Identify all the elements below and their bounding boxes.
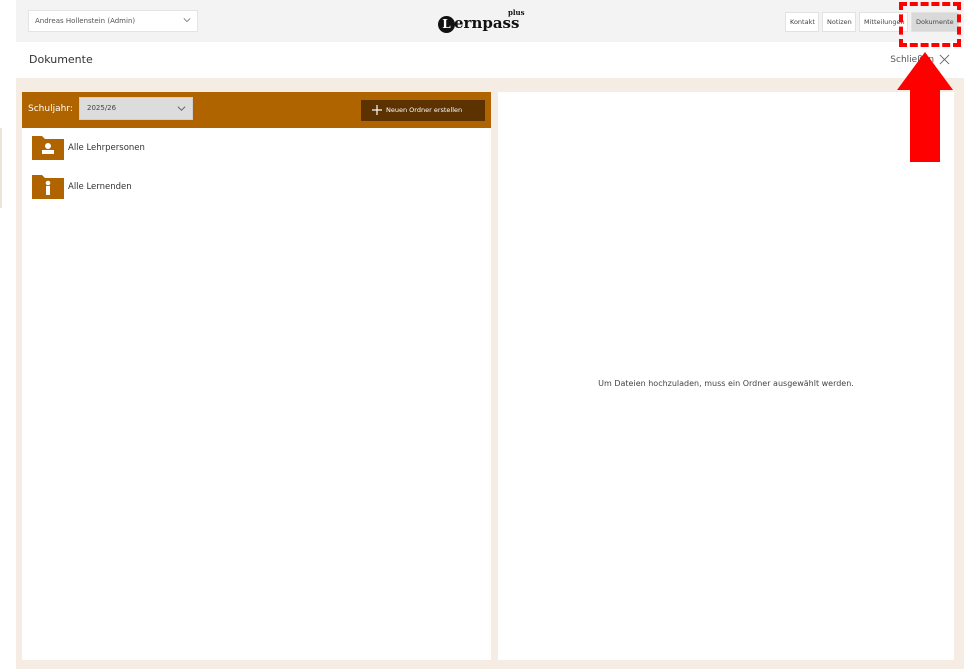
left-edge-divider — [0, 128, 2, 208]
page-header: Dokumente Schließen — [16, 42, 964, 78]
highlight-box — [899, 2, 961, 47]
folder-item-lehrpersonen[interactable]: Alle Lehrpersonen — [32, 134, 332, 164]
folder-panel: Schuljahr: 2025/26 Neuen Ordner erstelle… — [22, 92, 491, 660]
school-year-value: 2025/26 — [87, 104, 117, 112]
school-year-select[interactable]: 2025/26 — [79, 97, 193, 120]
user-select[interactable]: Andreas Hollenstein (Admin) — [28, 10, 198, 32]
folder-label: Alle Lernenden — [68, 182, 132, 192]
user-select-value: Andreas Hollenstein (Admin) — [35, 17, 136, 25]
school-year-label: Schuljahr: — [28, 104, 73, 114]
upload-panel: Um Dateien hochzuladen, muss ein Ordner … — [498, 92, 954, 660]
arrow-up-icon — [897, 52, 953, 162]
empty-state-message: Um Dateien hochzuladen, muss ein Ordner … — [598, 379, 854, 388]
filter-bar: Schuljahr: 2025/26 Neuen Ordner erstelle… — [22, 92, 491, 128]
content-area: Schuljahr: 2025/26 Neuen Ordner erstelle… — [16, 78, 964, 669]
new-folder-label: Neuen Ordner erstellen — [386, 106, 463, 114]
new-folder-button[interactable]: Neuen Ordner erstellen — [361, 100, 485, 121]
plus-icon — [372, 105, 382, 115]
student-folder-icon — [32, 175, 64, 199]
chevron-down-icon — [183, 18, 191, 23]
logo-plus: plus — [508, 8, 525, 17]
folder-label: Alle Lehrpersonen — [68, 143, 145, 153]
chevron-down-icon — [177, 106, 186, 111]
nav-notizen[interactable]: Notizen — [822, 12, 856, 32]
teacher-folder-icon — [32, 136, 64, 160]
logo-initial: L — [438, 16, 455, 33]
top-bar: Andreas Hollenstein (Admin) L ernpass pl… — [16, 0, 964, 42]
folder-item-lernende[interactable]: Alle Lernenden — [32, 173, 332, 203]
page-title: Dokumente — [29, 53, 93, 66]
nav-kontakt[interactable]: Kontakt — [785, 12, 819, 32]
